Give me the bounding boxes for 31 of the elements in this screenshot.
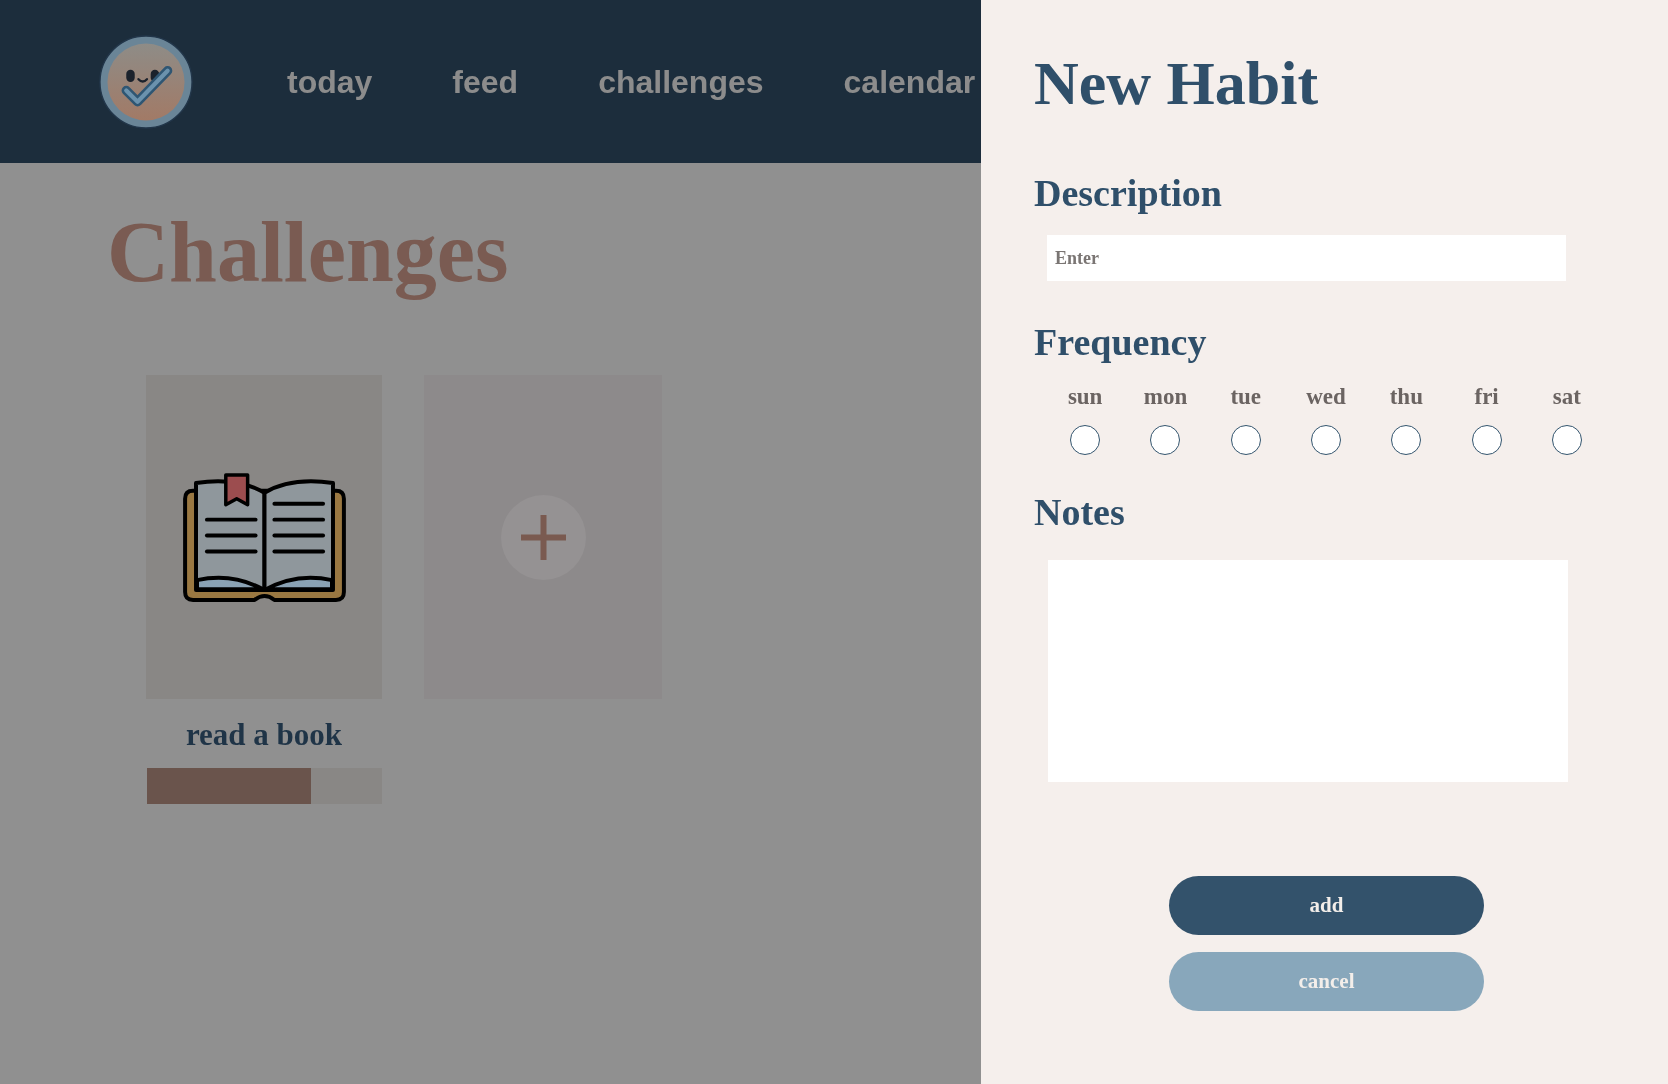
day-label: wed bbox=[1306, 383, 1346, 411]
nav-link[interactable]: feed bbox=[452, 62, 519, 101]
day-label: fri bbox=[1474, 383, 1499, 411]
nav-link[interactable]: challenges bbox=[598, 62, 764, 101]
plus-icon bbox=[500, 494, 586, 580]
day-checkbox[interactable] bbox=[1551, 425, 1582, 455]
cancel-button[interactable]: cancel bbox=[1169, 952, 1484, 1011]
day-checkbox[interactable] bbox=[1471, 425, 1502, 455]
smiley-check-icon bbox=[99, 34, 193, 129]
frequency-label: Frequency bbox=[1034, 320, 1207, 364]
open-book-icon bbox=[180, 470, 348, 604]
day-checkbox[interactable] bbox=[1070, 425, 1101, 455]
notes-label: Notes bbox=[1034, 490, 1125, 534]
day-label: sat bbox=[1552, 383, 1581, 411]
day-label: mon bbox=[1143, 383, 1188, 411]
challenge-card[interactable] bbox=[146, 375, 382, 699]
page-title: Challenges bbox=[107, 204, 509, 300]
description-label: Description bbox=[1034, 171, 1222, 215]
add-button[interactable]: add bbox=[1169, 876, 1484, 935]
nav-link[interactable]: calendar bbox=[843, 62, 976, 101]
day-label: sun bbox=[1067, 383, 1103, 411]
day-checkbox[interactable] bbox=[1311, 425, 1342, 455]
day-label: thu bbox=[1389, 383, 1423, 411]
day-checkbox[interactable] bbox=[1230, 425, 1261, 455]
day-label: tue bbox=[1230, 383, 1262, 411]
panel-title: New Habit bbox=[1034, 48, 1319, 118]
day-checkbox[interactable] bbox=[1150, 425, 1181, 455]
day-checkbox[interactable] bbox=[1391, 425, 1422, 455]
nav-link[interactable]: today bbox=[287, 62, 373, 101]
challenge-name: read a book bbox=[185, 717, 343, 753]
description-field[interactable]: Enter bbox=[1047, 235, 1566, 281]
